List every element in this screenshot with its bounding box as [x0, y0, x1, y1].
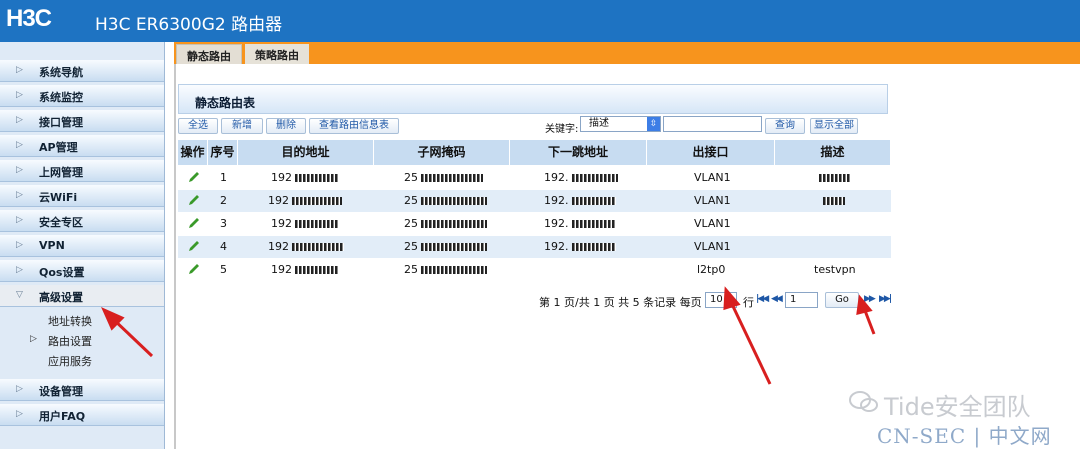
wechat-icon	[849, 391, 878, 412]
footer-watermark: CN-SEC | 中文网	[877, 424, 1052, 448]
app-window: H3C H3C ER6300G2 路由器 ▷ 系统导航 ▷ 系统监控 ▷ 接口管…	[0, 0, 1080, 449]
watermark-text: Tide安全团队	[884, 393, 1031, 421]
annotation-arrows	[101, 286, 876, 385]
